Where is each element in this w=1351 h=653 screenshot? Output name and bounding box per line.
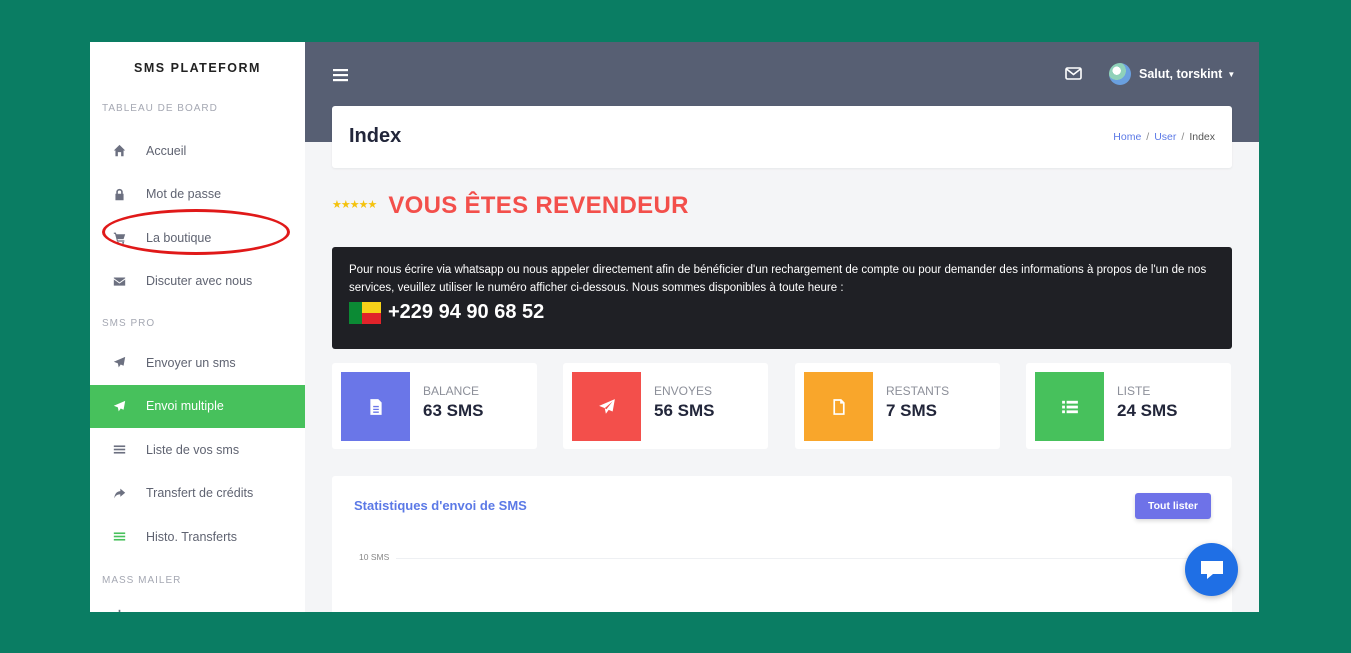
envelope-icon — [112, 274, 126, 288]
page-title: Index — [349, 125, 402, 147]
stat-label: LISTE — [1117, 384, 1151, 398]
y-axis-tick: 10 SMS — [359, 552, 390, 562]
paper-plane-icon — [112, 399, 126, 413]
caret-down-icon: ▼ — [1227, 69, 1236, 79]
chart-title: Statistiques d'envoi de SMS — [354, 498, 527, 513]
breadcrumb-separator: / — [1146, 131, 1150, 143]
breadcrumb-home[interactable]: Home — [1113, 131, 1141, 143]
list-icon — [112, 530, 126, 544]
annotation-ellipse — [102, 209, 290, 255]
sidebar-section-mass-mailer: MASS MAILER — [102, 574, 182, 586]
stat-card-envoyes: ENVOYES 56 SMS — [563, 363, 768, 449]
avatar — [1109, 63, 1131, 85]
sidebar: SMS PLATEFORM TABLEAU DE BOARD Accueil M… — [90, 42, 305, 612]
stat-card-restants: RESTANTS 7 SMS — [795, 363, 1000, 449]
sidebar-item-envoyer-un-sms[interactable]: Envoyer un sms — [90, 341, 305, 385]
plus-icon — [112, 608, 126, 612]
paper-plane-icon — [572, 372, 641, 441]
benin-flag-icon — [349, 301, 381, 324]
chart-gridline — [396, 558, 1206, 559]
sidebar-item-label: Histo. Transferts — [146, 529, 237, 544]
brand-title: SMS PLATEFORM — [134, 61, 261, 75]
stat-label: ENVOYES — [654, 384, 713, 398]
reseller-banner: ★★★★★ VOUS ÊTES REVENDEUR — [332, 192, 689, 220]
sidebar-item-label: Envoi multiple — [146, 399, 224, 414]
sidebar-item-transfert-de-credits[interactable]: Transfert de crédits — [90, 472, 305, 516]
list-icon — [112, 443, 126, 457]
sidebar-item-liste-de-vos-sms[interactable]: Liste de vos sms — [90, 428, 305, 472]
sidebar-section-sms-pro: SMS PRO — [102, 318, 156, 329]
user-menu[interactable]: Salut, torskint ▼ — [1109, 63, 1235, 85]
breadcrumb: Home / User / Index — [1113, 131, 1215, 143]
sidebar-item-discuter-avec-nous[interactable]: Discuter avec nous — [90, 260, 305, 304]
app-window: SMS PLATEFORM TABLEAU DE BOARD Accueil M… — [90, 42, 1259, 612]
phone-row: +229 94 90 68 52 — [349, 301, 1215, 324]
list-icon — [1035, 372, 1104, 441]
share-arrow-icon — [112, 486, 126, 500]
stat-card-balance: BALANCE 63 SMS — [332, 363, 537, 449]
home-icon — [112, 144, 126, 158]
sms-stats-card: Statistiques d'envoi de SMS Tout lister … — [332, 476, 1232, 612]
sidebar-item-label: Discuter avec nous — [146, 274, 253, 289]
list-all-button[interactable]: Tout lister — [1135, 493, 1211, 519]
sidebar-item-label: Envoyer un sms — [146, 355, 236, 370]
chat-icon — [1200, 560, 1223, 579]
sidebar-item-partial[interactable] — [90, 594, 305, 612]
phone-number: +229 94 90 68 52 — [388, 301, 545, 323]
breadcrumb-separator: / — [1181, 131, 1185, 143]
lock-icon — [112, 187, 126, 201]
document-icon — [341, 372, 410, 441]
breadcrumb-user[interactable]: User — [1154, 131, 1176, 143]
page-header-card: Index Home / User / Index — [332, 106, 1232, 168]
stat-value: 7 SMS — [886, 401, 938, 420]
file-icon — [804, 372, 873, 441]
stat-value: 24 SMS — [1117, 401, 1178, 420]
reseller-title: VOUS ÊTES REVENDEUR — [388, 192, 689, 219]
sidebar-section-dashboard: TABLEAU DE BOARD — [102, 103, 218, 114]
chat-widget-button[interactable] — [1185, 543, 1238, 596]
sidebar-item-label: Liste de vos sms — [146, 442, 240, 457]
sidebar-item-histo-transferts[interactable]: Histo. Transferts — [90, 515, 305, 559]
sidebar-item-accueil[interactable]: Accueil — [90, 129, 305, 173]
user-greeting: Salut, torskint — [1139, 67, 1223, 81]
stat-card-liste: LISTE 24 SMS — [1026, 363, 1231, 449]
stat-value: 63 SMS — [423, 401, 484, 420]
stat-label: RESTANTS — [886, 384, 950, 398]
breadcrumb-current: Index — [1189, 131, 1215, 143]
contact-notice: Pour nous écrire via whatsapp ou nous ap… — [332, 247, 1232, 349]
hamburger-icon[interactable] — [333, 68, 348, 87]
paper-plane-icon — [112, 356, 126, 370]
notice-text: Pour nous écrire via whatsapp ou nous ap… — [349, 264, 1207, 294]
stat-value: 56 SMS — [654, 401, 715, 420]
mail-icon[interactable] — [1065, 67, 1082, 85]
stat-label: BALANCE — [423, 384, 480, 398]
sidebar-item-label: Accueil — [146, 143, 187, 158]
sidebar-item-label: Mot de passe — [146, 187, 222, 202]
sidebar-item-envoi-multiple[interactable]: Envoi multiple — [90, 384, 305, 428]
stars-icon: ★★★★★ — [332, 198, 377, 211]
sidebar-item-label: Transfert de crédits — [146, 486, 254, 501]
